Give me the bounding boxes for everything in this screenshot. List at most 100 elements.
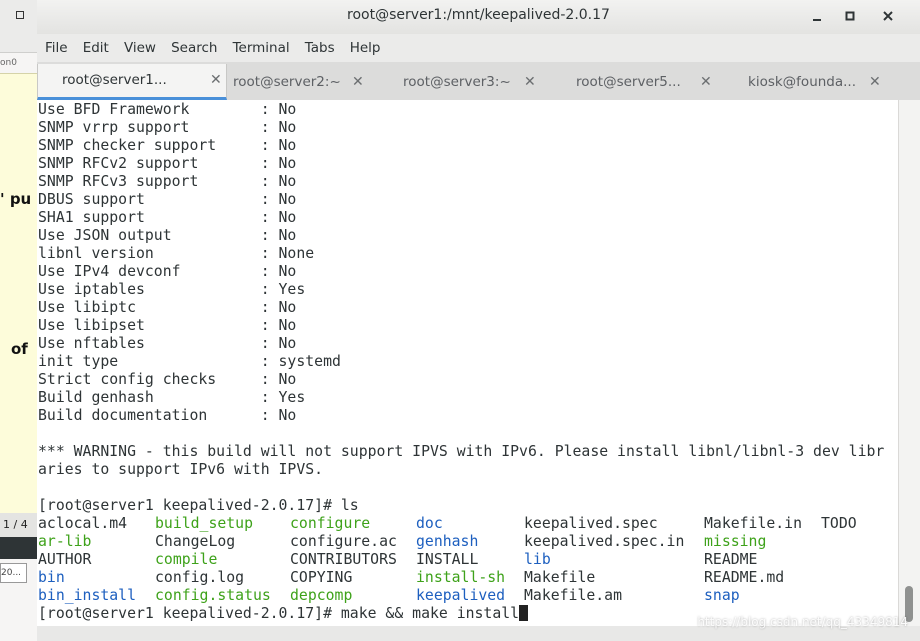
- menu-edit[interactable]: Edit: [78, 34, 114, 62]
- terminal-line: *** WARNING - this build will not suppor…: [38, 443, 885, 460]
- page-indicator: 1 / 4: [0, 513, 37, 537]
- ls-entry: missing: [704, 533, 767, 550]
- ls-entry: README: [704, 551, 758, 568]
- background-toolbar: [0, 537, 37, 559]
- terminal-line: init type : systemd: [38, 353, 341, 370]
- tab-label: root@server2:~: [233, 74, 341, 90]
- tab-close-icon[interactable]: ✕: [352, 64, 364, 100]
- close-icon: [883, 11, 893, 21]
- close-button[interactable]: [877, 5, 899, 27]
- ls-entry: INSTALL: [416, 551, 479, 568]
- text-cursor: [519, 605, 529, 621]
- ls-entry: snap: [704, 587, 740, 604]
- window-title: root@server1:/mnt/keepalived-2.0.17: [347, 7, 610, 23]
- terminal-line: Use IPv4 devconf : No: [38, 263, 297, 280]
- terminal-line: libnl version : None: [38, 245, 315, 262]
- ls-entry: ChangeLog: [155, 533, 236, 550]
- background-window: on0 ' pu of 1 / 4 20...: [0, 0, 37, 641]
- tab-close-icon[interactable]: ✕: [524, 64, 536, 100]
- menu-tabs[interactable]: Tabs: [300, 34, 340, 62]
- ls-entry: bin_install: [38, 587, 136, 604]
- ls-entry: lib: [524, 551, 551, 568]
- terminal-line: SNMP checker support : No: [38, 137, 297, 154]
- terminal-window: root@server1:/mnt/keepalived-2.0.17 File…: [37, 0, 920, 641]
- ls-entry: config.status: [155, 587, 271, 604]
- menubar: File Edit View Search Terminal Tabs Help: [37, 34, 920, 62]
- tab-server3[interactable]: root@server3:~ ✕: [379, 64, 551, 100]
- ls-entry: Makefile: [524, 569, 596, 586]
- tab-label: root@server3:~: [403, 74, 511, 90]
- tab-label: kiosk@founda...: [748, 74, 857, 90]
- menu-help[interactable]: Help: [345, 34, 386, 62]
- ls-entry: configure: [290, 515, 371, 532]
- terminal-line: Strict config checks : No: [38, 371, 297, 388]
- ls-entry: COPYING: [290, 569, 353, 586]
- tab-server5[interactable]: root@server5... ✕: [552, 64, 724, 100]
- maximize-icon: [845, 11, 855, 21]
- terminal-scrollbar[interactable]: [898, 100, 920, 626]
- ls-entry: keepalived.spec: [524, 515, 658, 532]
- command-line[interactable]: [root@server1 keepalived-2.0.17]# make &…: [38, 605, 529, 623]
- terminal-line: Use iptables : Yes: [38, 281, 306, 298]
- terminal-line: [root@server1 keepalived-2.0.17]# ls: [38, 497, 359, 514]
- maximize-button[interactable]: [839, 5, 861, 27]
- background-text-fragment: of: [11, 340, 28, 358]
- ls-entry: doc: [416, 515, 443, 532]
- ls-entry: build_setup: [155, 515, 253, 532]
- terminal-line: SNMP RFCv3 support : No: [38, 173, 297, 190]
- menu-search[interactable]: Search: [166, 34, 222, 62]
- tab-close-icon[interactable]: ✕: [869, 64, 881, 100]
- minimize-icon: [813, 19, 821, 21]
- ls-entry: CONTRIBUTORS: [290, 551, 397, 568]
- background-document: ' pu of: [0, 73, 37, 515]
- terminal-line: DBUS support : No: [38, 191, 297, 208]
- watermark: https://blog.csdn.net/qq_43349814: [697, 615, 908, 629]
- background-field[interactable]: 20...: [0, 563, 27, 583]
- tab-server2[interactable]: root@server2:~ ✕: [209, 64, 381, 100]
- ls-entry: keepalived: [416, 587, 506, 604]
- ls-entry: depcomp: [290, 587, 353, 604]
- ls-entry: TODO: [821, 515, 857, 532]
- terminal-output[interactable]: Use BFD Framework : No SNMP vrrp support …: [37, 100, 898, 626]
- window-menu-button[interactable]: [9, 5, 31, 27]
- terminal-line: Build documentation : No: [38, 407, 297, 424]
- menu-view[interactable]: View: [119, 34, 161, 62]
- ls-entry: config.log: [155, 569, 245, 586]
- tab-kiosk[interactable]: kiosk@founda... ✕: [724, 64, 896, 100]
- ls-entry: configure.ac: [290, 533, 397, 550]
- background-text-fragment: ' pu: [0, 190, 32, 208]
- tab-close-icon[interactable]: ✕: [700, 64, 712, 100]
- menu-terminal[interactable]: Terminal: [228, 34, 295, 62]
- terminal-line: SNMP RFCv2 support : No: [38, 155, 297, 172]
- ls-entry: Makefile.am: [524, 587, 622, 604]
- ls-entry: AUTHOR: [38, 551, 92, 568]
- current-command: [root@server1 keepalived-2.0.17]# make &…: [38, 605, 520, 622]
- tab-server1[interactable]: root@server1... ✕: [37, 64, 227, 100]
- minimize-button[interactable]: [806, 5, 828, 27]
- tab-label: root@server1...: [62, 72, 167, 88]
- tab-label: root@server5...: [576, 74, 681, 90]
- ls-entry: README.md: [704, 569, 785, 586]
- ls-entry: compile: [155, 551, 218, 568]
- terminal-line: Use libiptc : No: [38, 299, 297, 316]
- terminal-line: Use JSON output : No: [38, 227, 297, 244]
- ls-entry: aclocal.m4: [38, 515, 128, 532]
- tab-bar: root@server1... ✕ root@server2:~ ✕ root@…: [37, 62, 920, 101]
- ls-entry: bin: [38, 569, 65, 586]
- background-tab-fragment: on0: [0, 58, 17, 68]
- terminal-line: Use nftables : No: [38, 335, 297, 352]
- menu-file[interactable]: File: [40, 34, 73, 62]
- terminal-line: aries to support IPv6 with IPVS.: [38, 461, 324, 478]
- ls-entry: genhash: [416, 533, 479, 550]
- ls-entry: Makefile.in: [704, 515, 802, 532]
- ls-entry: keepalived.spec.in: [524, 533, 685, 550]
- terminal-line: Use BFD Framework : No: [38, 101, 297, 118]
- window-titlebar[interactable]: root@server1:/mnt/keepalived-2.0.17: [37, 0, 920, 34]
- ls-entry: install-sh: [416, 569, 506, 586]
- terminal-line: Build genhash : Yes: [38, 389, 306, 406]
- terminal-lines: Use BFD Framework : No SNMP vrrp support …: [38, 101, 884, 515]
- terminal-line: SNMP vrrp support : No: [38, 119, 297, 136]
- terminal-line: SHA1 support : No: [38, 209, 297, 226]
